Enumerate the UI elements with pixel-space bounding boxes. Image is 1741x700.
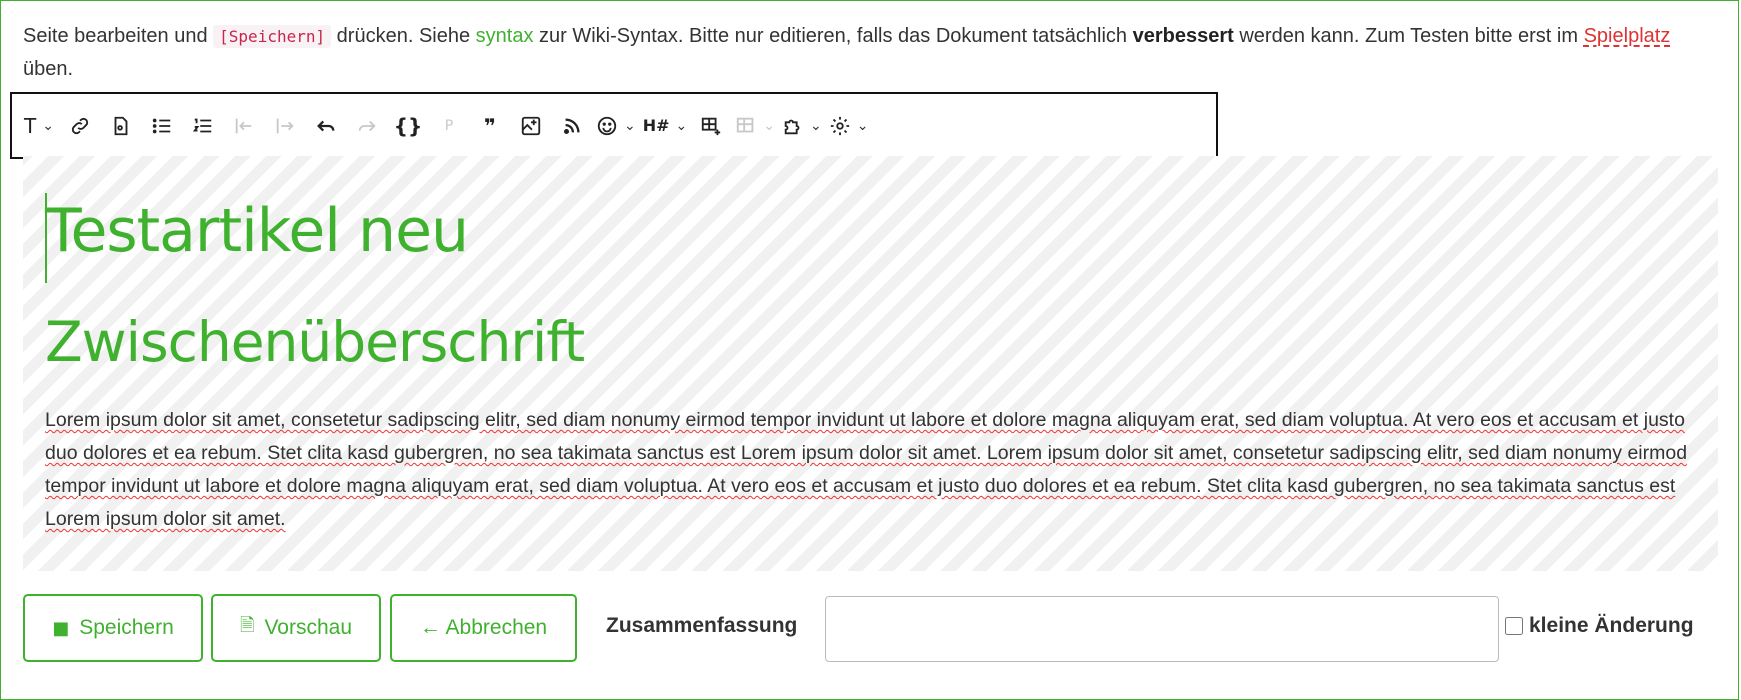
chevron-down-icon: ⌄ <box>856 117 869 134</box>
heading-hash-icon: H# <box>642 116 670 135</box>
article-paragraph[interactable]: Lorem ipsum dolor sit amet, consetetur s… <box>45 404 1705 536</box>
article-heading-2[interactable]: Zwischenüberschrift <box>45 310 585 374</box>
text-format-button[interactable]: T ⌄ <box>22 106 56 146</box>
save-button-label: Speichern <box>79 616 174 639</box>
table-insert-button[interactable] <box>694 106 728 146</box>
indent-button[interactable] <box>268 106 302 146</box>
paragraph-icon: P <box>444 117 454 134</box>
preview-button-label: Vorschau <box>264 616 353 639</box>
table-insert-icon <box>702 117 721 135</box>
link-icon <box>71 117 89 134</box>
syntax-link[interactable]: syntax <box>476 25 534 47</box>
save-button[interactable]: ■ Speichern <box>23 594 203 662</box>
plugin-puzzle-icon <box>784 119 800 134</box>
preview-file-icon: 🗎 <box>239 615 255 636</box>
blockquote-icon: ❞ <box>484 113 496 138</box>
summary-input[interactable] <box>825 596 1499 662</box>
edit-intro-text: Seite bearbeiten und [Speichern] drücken… <box>23 20 1723 86</box>
link-button[interactable] <box>63 106 97 146</box>
table-edit-button[interactable]: ⌄ <box>735 106 775 146</box>
media-file-icon <box>114 116 128 135</box>
insert-image-icon <box>521 116 541 135</box>
emoji-button[interactable]: ⌄ <box>596 106 636 146</box>
undo-button[interactable] <box>309 106 343 146</box>
code-button[interactable]: {} <box>391 106 425 146</box>
redo-button[interactable] <box>350 106 384 146</box>
intro-text: zur Wiki-Syntax. Bitte nur editieren, fa… <box>533 25 1133 47</box>
text-format-icon: T <box>24 113 37 138</box>
outdent-button[interactable] <box>227 106 261 146</box>
emoji-icon <box>597 116 617 135</box>
cancel-button-label: ← Abbrechen <box>419 616 548 639</box>
intro-text: werden kann. Zum Testen bitte erst im <box>1233 25 1584 47</box>
minor-change-option[interactable]: kleine Änderung <box>1505 614 1694 638</box>
heading-button[interactable]: H# ⌄ <box>643 106 688 146</box>
intro-text: Seite bearbeiten und <box>23 25 214 47</box>
table-edit-icon <box>737 117 754 132</box>
indent-icon <box>276 118 294 133</box>
outdent-icon <box>235 118 252 133</box>
intro-text: drücken. Siehe <box>331 25 476 47</box>
save-code-hint: [Speichern] <box>213 25 332 48</box>
settings-button[interactable]: ⌄ <box>829 106 869 146</box>
chevron-down-icon: ⌄ <box>675 117 688 134</box>
code-braces-icon: {} <box>393 113 423 138</box>
minor-change-label: kleine Änderung <box>1529 614 1694 637</box>
plugin-button[interactable]: ⌄ <box>782 106 822 146</box>
summary-label: Zusammenfassung <box>606 614 798 637</box>
numbered-list-button[interactable] <box>186 106 220 146</box>
insert-image-button[interactable] <box>514 106 548 146</box>
rss-icon <box>563 117 580 134</box>
cancel-button[interactable]: ← Abbrechen <box>390 594 577 662</box>
rss-button[interactable] <box>555 106 589 146</box>
redo-icon <box>358 120 376 131</box>
chevron-down-icon: ⌄ <box>42 117 54 134</box>
intro-bold: verbessert <box>1132 25 1234 47</box>
bullet-list-button[interactable] <box>145 106 179 146</box>
blockquote-button[interactable]: ❞ <box>473 106 507 146</box>
save-floppy-icon: ■ <box>52 617 70 639</box>
paragraph-button[interactable]: P <box>432 106 466 146</box>
preview-button[interactable]: 🗎 Vorschau <box>211 594 381 662</box>
intro-text: üben. <box>23 58 74 80</box>
playground-link[interactable]: Spielplatz <box>1584 25 1671 47</box>
settings-gear-icon <box>830 116 849 135</box>
numbered-list-icon <box>192 118 212 132</box>
bullet-list-icon <box>152 118 171 133</box>
chevron-down-icon: ⌄ <box>810 117 822 134</box>
undo-icon <box>317 120 335 131</box>
chevron-down-icon: ⌄ <box>624 117 636 134</box>
chevron-down-icon: ⌄ <box>763 117 775 134</box>
article-heading-1[interactable]: Testartikel neu <box>45 196 469 266</box>
editor-toolbar: T ⌄ {} P ❞ ⌄ H# ⌄ ⌄ ⌄ ⌄ <box>10 92 1218 159</box>
media-button[interactable] <box>104 106 138 146</box>
minor-change-checkbox[interactable] <box>1505 617 1523 635</box>
